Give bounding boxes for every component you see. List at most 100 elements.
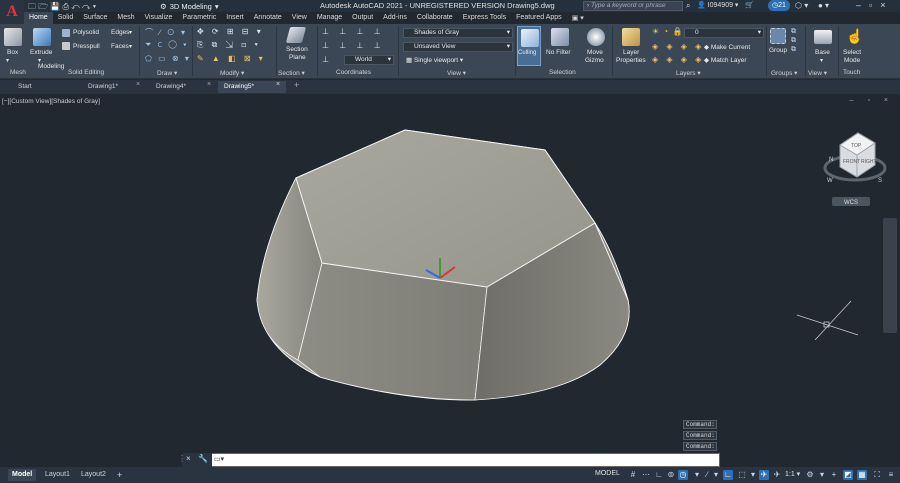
tab-add-ins[interactable]: Add-ins (378, 12, 412, 24)
viewcube-right-label[interactable]: RIGHT (861, 159, 877, 165)
ucs-tools-row-1[interactable]: ⊥ ⊥ ⊥ ⊥ (322, 27, 385, 36)
view-panel-title[interactable]: View ▾ (447, 69, 466, 77)
draw-tools-row-3[interactable]: ⬠ ▭ ⊗ ▾ (145, 54, 191, 63)
dropdown-icon[interactable]: ▾ (711, 470, 721, 480)
snap-icon[interactable]: ⋯ (641, 470, 651, 480)
navigation-bar[interactable] (883, 218, 897, 333)
tab-insert[interactable]: Insert (221, 12, 249, 24)
polar-icon[interactable]: ⊚ (666, 470, 676, 480)
close-icon[interactable]: × (207, 81, 211, 88)
make-current-button[interactable]: ◆ Make Current (704, 43, 750, 51)
menu-icon[interactable]: ≡ (886, 470, 896, 480)
tab-model[interactable]: Model (8, 469, 37, 481)
cart-icon[interactable]: 🛒 (745, 1, 754, 9)
plus-icon[interactable]: + (829, 470, 839, 480)
section-plane-button[interactable]: Section (286, 46, 308, 53)
close-icon[interactable]: × (276, 81, 280, 88)
osnap-dropdown-icon[interactable]: ▾ (692, 470, 702, 480)
command-prompt-icon[interactable]: ▭▾ (214, 455, 224, 463)
ucs-tools-row-2[interactable]: ⊥ ⊥ ⊥ ⊥ (322, 41, 385, 50)
annotation-visibility-icon[interactable]: ✈ (759, 470, 769, 480)
tab-annotate[interactable]: Annotate (249, 12, 287, 24)
no-filter-button[interactable]: No Filter (546, 49, 571, 56)
user-menu[interactable]: 👤 I094909 ▾ (697, 1, 738, 9)
layer-tools-row-3[interactable]: ◈ ◈ ◈ ◈ (652, 55, 704, 64)
viewcube-top-label[interactable]: TOP (851, 143, 862, 149)
tab-surface[interactable]: Surface (78, 12, 112, 24)
annotation-scale-value[interactable]: 1:1 ▾ (785, 470, 800, 478)
command-line-input[interactable] (182, 453, 720, 467)
viewport-config-button[interactable]: ▦ Single viewport ▾ (406, 56, 463, 64)
layers-panel-title[interactable]: Layers ▾ (676, 69, 701, 77)
ortho-icon[interactable]: ∟ (654, 470, 664, 480)
visual-style-combo[interactable]: Shades of Gray ▾ (403, 28, 513, 38)
draw-panel-title[interactable]: Draw ▾ (157, 69, 177, 77)
polysolid-button[interactable]: Polysolid (73, 29, 99, 36)
search-icon[interactable]: ⌕ (686, 1, 690, 11)
match-layer-button[interactable]: ◆ Match Layer (704, 56, 747, 64)
window-controls[interactable]: –▫× (856, 0, 893, 10)
edges-button[interactable]: Edges (111, 29, 129, 36)
tab-start[interactable]: Start (12, 81, 82, 93)
new-tab-icon[interactable]: + (294, 80, 299, 90)
draw-tools-row-2[interactable]: ⏷ ⊂ ◯ ▾ (145, 40, 189, 50)
base-view-icon[interactable] (814, 30, 832, 44)
tab-view[interactable]: View (287, 12, 312, 24)
wrench-icon[interactable]: 🔧 (198, 454, 208, 463)
drawing-viewport[interactable]: [−][Custom View][Shades of Gray] – ▫ × T… (0, 95, 900, 466)
isolate-objects-icon[interactable]: ◩ (843, 470, 853, 480)
section-panel-title[interactable]: Section ▾ (278, 69, 305, 77)
wcs-menu[interactable]: WCS (844, 200, 858, 206)
settings-gear-icon[interactable]: ⚙ (805, 470, 815, 480)
presspull-button[interactable]: Presspull (73, 43, 100, 50)
modify-tools-row-1[interactable]: ✥ ⟳ ⊞ ⊟ ▾ (197, 27, 264, 36)
tab-output[interactable]: Output (347, 12, 378, 24)
modify-tools-row-2[interactable]: ⎘ ⧉ ⇲ ⊡ ▾ (197, 40, 261, 50)
layer-tools-row-2[interactable]: ◈ ◈ ◈ ◈ (652, 42, 704, 51)
annotation-scale-icon[interactable]: ✈ (772, 470, 782, 480)
dyn-ucs-icon[interactable]: ∟ (723, 470, 733, 480)
selection-cycling-icon[interactable]: ⬚ (737, 470, 747, 480)
clock-badge[interactable]: ◷21 (768, 0, 790, 11)
command-line-controls[interactable]: ⋮ × 🔧 (178, 453, 212, 467)
tab-manage[interactable]: Manage (312, 12, 347, 24)
group-tools[interactable]: ⧉ ⧉ ⧉ (791, 27, 796, 54)
ucs-icon[interactable]: ⊥ (322, 55, 329, 64)
a360-icon[interactable]: ⬡ ▾ (795, 1, 808, 10)
layer-properties-icon[interactable] (622, 28, 640, 46)
help-icon[interactable]: ● ▾ (818, 1, 829, 10)
close-icon[interactable]: × (136, 81, 140, 88)
quick-access-toolbar[interactable]: 🗀 🗁 💾 ⎙ ↶ ↷ ▾ (28, 1, 96, 11)
viewcube-front-label[interactable]: FRONT (843, 159, 860, 165)
workspace-switcher[interactable]: ⚙ 3D Modeling ▾ (160, 1, 219, 11)
add-layout-icon[interactable]: + (117, 469, 122, 481)
solid-editing-panel-title[interactable]: Solid Editing (68, 69, 104, 76)
tab-collaborate[interactable]: Collaborate (412, 12, 458, 24)
box-icon[interactable] (4, 28, 22, 46)
close-icon[interactable]: × (186, 454, 191, 463)
viewcube[interactable] (823, 132, 887, 182)
frustum-solid[interactable] (256, 129, 630, 401)
tab-express-tools[interactable]: Express Tools (458, 12, 511, 24)
box-button[interactable]: Box (7, 49, 18, 56)
dropdown-icon[interactable]: ▾ (817, 470, 827, 480)
model-space-toggle[interactable]: MODEL (595, 470, 620, 477)
extrude-icon[interactable] (33, 28, 51, 46)
ribbon-minimize-icon[interactable]: ▣ ▾ (567, 12, 589, 24)
mesh-panel-title[interactable]: Mesh (10, 69, 26, 76)
tab-home[interactable]: Home (24, 12, 53, 24)
move-gizmo-button[interactable]: Move (587, 49, 603, 56)
no-filter-icon[interactable] (551, 28, 569, 46)
tab-solid[interactable]: Solid (53, 12, 79, 24)
extrude-button[interactable]: Extrude (30, 49, 52, 56)
view-panel-title-2[interactable]: View ▾ (808, 69, 827, 77)
tab-layout2[interactable]: Layout2 (81, 469, 106, 481)
tab-drawing1[interactable]: Drawing1* (82, 81, 142, 93)
ucs-combo[interactable]: World ▾ (344, 55, 394, 65)
saved-view-combo[interactable]: Unsaved View ▾ (403, 42, 513, 52)
group-icon[interactable] (770, 28, 786, 44)
hardware-acceleration-icon[interactable]: ▦ (857, 470, 867, 480)
faces-button[interactable]: Faces (111, 43, 129, 50)
fullscreen-icon[interactable]: ⛶ (872, 470, 882, 480)
tab-layout1[interactable]: Layout1 (45, 469, 70, 481)
